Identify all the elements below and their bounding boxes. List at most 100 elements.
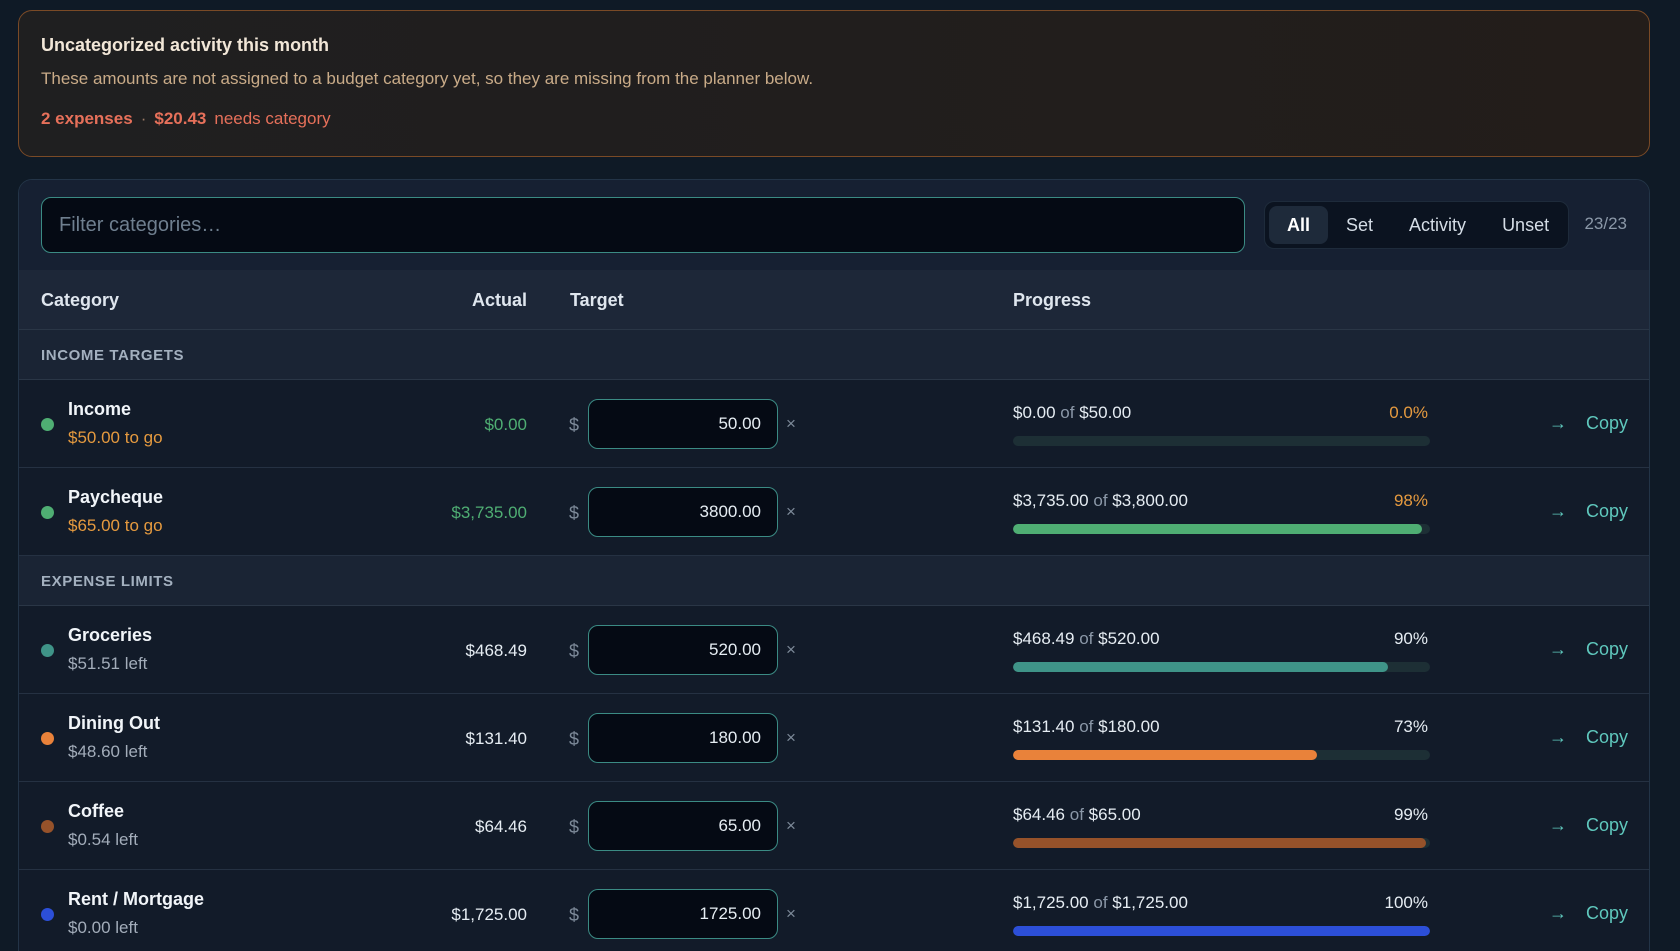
progress-percent: 98% <box>1393 491 1428 510</box>
table-row: Income $50.00 to go $0.00 $ × $0.00 of $… <box>19 380 1649 468</box>
progress-percent: 99% <box>1393 805 1428 824</box>
progress-target: $65.00 <box>1088 805 1141 824</box>
copy-button[interactable]: Copy <box>1586 815 1628 836</box>
category-name[interactable]: Groceries <box>68 625 152 646</box>
clear-target-icon[interactable]: × <box>786 414 796 434</box>
section-label: INCOME TARGETS <box>41 347 185 364</box>
clear-target-icon[interactable]: × <box>786 904 796 924</box>
uncategorized-amount: $20.43 <box>154 109 207 128</box>
progress-of: of <box>1093 491 1108 510</box>
category-status: $50.00 to go <box>68 428 163 447</box>
currency-symbol: $ <box>569 503 580 523</box>
progress-text: $1,725.00 of $1,725.00 <box>1013 893 1188 913</box>
target-input[interactable] <box>588 625 778 675</box>
table-body: INCOME TARGETS Income $50.00 to go $0.00… <box>19 330 1649 951</box>
arrow-right-icon[interactable]: → <box>1549 413 1567 434</box>
arrow-right-icon[interactable]: → <box>1549 903 1567 924</box>
progress-bar <box>1013 524 1430 534</box>
target-input[interactable] <box>588 713 778 763</box>
category-color-dot <box>41 908 54 921</box>
category-name[interactable]: Coffee <box>68 801 124 822</box>
filter-categories-input[interactable] <box>41 197 1245 253</box>
category-color-dot <box>41 644 54 657</box>
uncategorized-count[interactable]: 2 expenses <box>41 109 133 129</box>
progress-percent: 100% <box>1384 893 1428 912</box>
banner-title: Uncategorized activity this month <box>41 35 330 55</box>
section-header: EXPENSE LIMITS <box>19 556 1649 606</box>
column-category[interactable]: Category <box>41 290 119 311</box>
column-progress[interactable]: Progress <box>1013 290 1091 311</box>
table-row: Dining Out $48.60 left $131.40 $ × $131.… <box>19 694 1649 782</box>
copy-button[interactable]: Copy <box>1586 639 1628 660</box>
clear-target-icon[interactable]: × <box>786 816 796 836</box>
segment-activity[interactable]: Activity <box>1391 206 1484 244</box>
arrow-right-icon[interactable]: → <box>1549 815 1567 836</box>
copy-button[interactable]: Copy <box>1586 903 1628 924</box>
table-row: Groceries $51.51 left $468.49 $ × $468.4… <box>19 606 1649 694</box>
currency-symbol: $ <box>569 729 580 749</box>
target-input[interactable] <box>588 487 778 537</box>
progress-of: of <box>1060 403 1075 422</box>
clear-target-icon[interactable]: × <box>786 502 796 522</box>
category-status: $0.00 left <box>68 918 138 937</box>
table-row: Paycheque $65.00 to go $3,735.00 $ × $3,… <box>19 468 1649 556</box>
progress-of: of <box>1093 893 1108 912</box>
category-status: $51.51 left <box>68 654 148 673</box>
clear-target-icon[interactable]: × <box>786 728 796 748</box>
progress-fill <box>1013 524 1422 534</box>
category-name[interactable]: Income <box>68 399 131 420</box>
category-count: 23/23 <box>1584 214 1627 233</box>
progress-bar <box>1013 662 1430 672</box>
progress-bar <box>1013 926 1430 936</box>
progress-fill <box>1013 838 1426 848</box>
target-input[interactable] <box>588 801 778 851</box>
table-row: Rent / Mortgage $0.00 left $1,725.00 $ ×… <box>19 870 1649 951</box>
table-row: Coffee $0.54 left $64.46 $ × $64.46 of $… <box>19 782 1649 870</box>
progress-target: $180.00 <box>1098 717 1160 736</box>
column-actual[interactable]: Actual <box>472 290 527 311</box>
progress-actual: $0.00 <box>1013 403 1056 422</box>
category-name[interactable]: Paycheque <box>68 487 163 508</box>
category-name[interactable]: Rent / Mortgage <box>68 889 204 910</box>
actual-amount: $3,735.00 <box>451 503 527 522</box>
arrow-right-icon[interactable]: → <box>1549 639 1567 660</box>
target-input[interactable] <box>588 399 778 449</box>
progress-bar <box>1013 750 1430 760</box>
copy-button[interactable]: Copy <box>1586 727 1628 748</box>
actual-amount: $468.49 <box>465 641 527 660</box>
progress-actual: $468.49 <box>1013 629 1075 648</box>
budget-planner: AllSetActivityUnset 23/23 Category Actua… <box>18 179 1650 951</box>
category-color-dot <box>41 820 54 833</box>
segment-all[interactable]: All <box>1269 206 1329 244</box>
category-color-dot <box>41 732 54 745</box>
progress-actual: $1,725.00 <box>1013 893 1089 912</box>
currency-symbol: $ <box>569 641 580 661</box>
segment-set[interactable]: Set <box>1328 206 1391 244</box>
category-status: $65.00 to go <box>68 516 163 535</box>
progress-bar <box>1013 838 1430 848</box>
segment-unset[interactable]: Unset <box>1484 206 1567 244</box>
banner-meta: 2 expenses · $20.43 needs category <box>41 109 1627 129</box>
arrow-right-icon[interactable]: → <box>1549 727 1567 748</box>
needs-category-label: needs category <box>214 109 331 128</box>
progress-actual: $3,735.00 <box>1013 491 1089 510</box>
target-input[interactable] <box>588 889 778 939</box>
section-label: EXPENSE LIMITS <box>41 573 174 590</box>
progress-actual: $131.40 <box>1013 717 1075 736</box>
progress-target: $3,800.00 <box>1112 491 1188 510</box>
progress-of: of <box>1079 717 1094 736</box>
column-target[interactable]: Target <box>570 290 624 311</box>
currency-symbol: $ <box>569 905 580 925</box>
category-name[interactable]: Dining Out <box>68 713 160 734</box>
filter-segmented-control: All Set Activity Unset <box>1264 201 1569 249</box>
progress-fill <box>1013 662 1389 672</box>
progress-text: $468.49 of $520.00 <box>1013 629 1160 649</box>
meta-separator: · <box>140 109 147 128</box>
clear-target-icon[interactable]: × <box>786 640 796 660</box>
actual-amount: $64.46 <box>475 817 527 836</box>
copy-button[interactable]: Copy <box>1586 501 1628 522</box>
progress-text: $0.00 of $50.00 <box>1013 403 1131 423</box>
copy-button[interactable]: Copy <box>1586 413 1628 434</box>
arrow-right-icon[interactable]: → <box>1549 501 1567 522</box>
category-status: $48.60 left <box>68 742 148 761</box>
